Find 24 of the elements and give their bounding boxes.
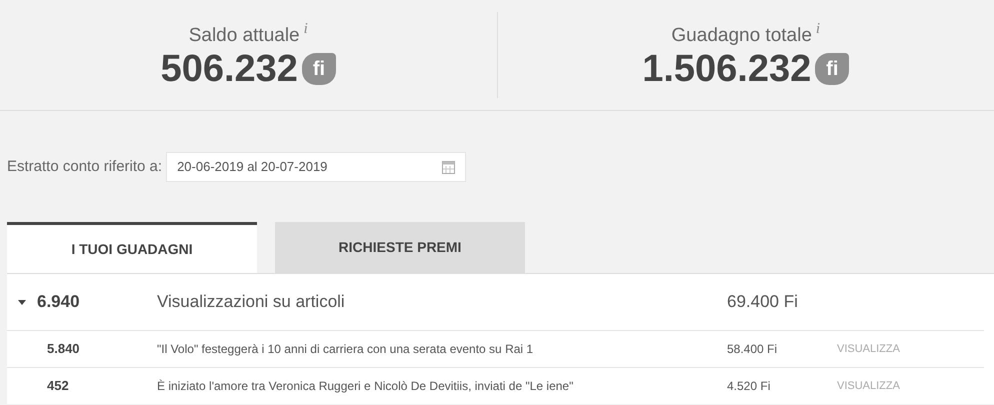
view-link[interactable]: VISUALIZZA <box>837 340 900 358</box>
currency-badge: fi <box>815 53 850 86</box>
statement-label: Estratto conto riferito a: <box>7 156 162 177</box>
row-count: 452 <box>46 377 70 396</box>
date-range-field[interactable]: 20-06-2019 al 20-07-2019 <box>166 152 466 182</box>
row-title: "Il Volo" festeggerà i 10 anni di carriera con una serata evento su Rai 1 <box>157 341 534 358</box>
info-icon[interactable]: i <box>304 18 308 40</box>
stat-value: 1.506.232 <box>642 50 812 88</box>
calendar-icon <box>442 160 456 174</box>
row-amount: 4.520 Fi <box>727 378 772 395</box>
group-title: Visualizzazioni su articoli <box>157 291 346 314</box>
row-title: È iniziato l'amore tra Veronica Ruggeri e Nicolò De Devitiis, inviati de "Le iene" <box>157 378 574 395</box>
stat-label: Guadagno totale <box>671 24 812 48</box>
tab[interactable]: I TUOI GUADAGNI <box>7 222 257 273</box>
info-icon[interactable]: i <box>816 18 820 40</box>
currency-badge: fi <box>302 53 336 86</box>
stat-label: Saldo attuale <box>188 24 300 48</box>
group-count: 6.940 <box>37 291 81 314</box>
row-count: 5.840 <box>46 340 81 358</box>
tab[interactable]: RICHIESTE PREMI <box>275 222 525 273</box>
stat-value: 506.232 <box>160 50 298 88</box>
view-link[interactable]: VISUALIZZA <box>837 378 900 394</box>
row-amount: 58.400 Fi <box>727 341 778 358</box>
group-amount: 69.400 Fi <box>727 291 798 314</box>
